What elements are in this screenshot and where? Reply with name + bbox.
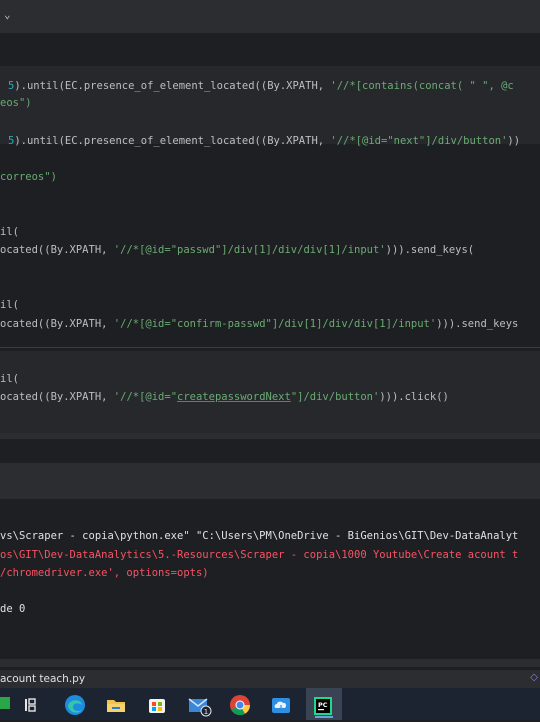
task-view-icon[interactable] (20, 692, 46, 718)
console-horizontal-scrollbar[interactable] (0, 659, 540, 667)
console-line: vs\Scraper - copia\python.exe" "C:\Users… (0, 530, 519, 542)
code-token: ))).send_keys( (385, 244, 475, 256)
code-token: ).until(EC.presence_of_element_located((… (14, 80, 331, 92)
code-line[interactable]: il( (0, 226, 19, 238)
svg-text:PC: PC (318, 701, 328, 709)
code-token: il( (0, 226, 19, 238)
run-console[interactable]: vs\Scraper - copia\python.exe" "C:\Users… (0, 499, 540, 659)
editor-horizontal-scrollbar[interactable] (0, 433, 540, 439)
status-bar: acount teach.py ◇ (0, 670, 540, 688)
code-token: createpasswordNext (177, 391, 291, 403)
code-line[interactable]: il( (0, 299, 19, 311)
code-token: '//*[@id="next"]/div/button' (330, 135, 508, 147)
chrome-icon[interactable] (227, 692, 253, 718)
code-line[interactable]: 5).until(EC.presence_of_element_located(… (8, 135, 520, 147)
code-token: '//*[@id=" (113, 391, 178, 403)
code-token: )) (507, 135, 521, 147)
file-explorer-icon[interactable] (103, 692, 129, 718)
plugin-status-icon[interactable]: ◇ (530, 672, 538, 683)
code-token: "]/div/button' (290, 391, 380, 403)
console-line: /chromedriver.exe', options=opts) (0, 567, 209, 579)
code-token: '//*[contains(concat( " ", @c (330, 80, 514, 92)
code-token: ))).send_keys (436, 318, 519, 330)
mail-badge: 1 (204, 708, 208, 716)
code-band (0, 66, 540, 144)
code-token: ).until(EC.presence_of_element_located((… (14, 135, 331, 147)
run-panel-header (0, 463, 540, 499)
code-line[interactable]: ocated((By.XPATH, '//*[@id="confirm-pass… (0, 318, 518, 330)
code-token: ))).click() (379, 391, 449, 403)
code-line[interactable]: 5).until(EC.presence_of_element_located(… (8, 80, 514, 92)
code-token: il( (0, 373, 19, 385)
editor-separator (0, 347, 540, 348)
current-file-name[interactable]: acount teach.py (0, 673, 85, 685)
start-button[interactable] (0, 697, 10, 709)
edge-icon[interactable] (62, 692, 88, 718)
code-line[interactable]: ocated((By.XPATH, '//*[@id="createpasswo… (0, 391, 449, 403)
code-token: '//*[@id="passwd"]/div[1]/div/div[1]/inp… (113, 244, 386, 256)
code-token: '//*[@id="confirm-passwd"]/div[1]/div/di… (113, 318, 437, 330)
code-token: ocated((By.XPATH, (0, 318, 114, 330)
code-token: correos") (0, 171, 57, 183)
console-line: de 0 (0, 603, 26, 615)
code-line[interactable]: il( (0, 373, 19, 385)
console-line: os\GIT\Dev-DataAnalytics\5.-Resources\Sc… (0, 549, 519, 561)
code-token: ocated((By.XPATH, (0, 244, 114, 256)
code-token: il( (0, 299, 19, 311)
code-token: eos") (0, 97, 32, 109)
microsoft-store-icon[interactable] (144, 692, 170, 718)
code-line[interactable]: correos") (0, 171, 57, 183)
pycharm-icon[interactable]: PC (310, 692, 336, 718)
chevron-down-icon[interactable]: ⌄ (4, 8, 11, 21)
cloud-app-icon[interactable] (268, 692, 294, 718)
code-token: ocated((By.XPATH, (0, 391, 114, 403)
code-line[interactable]: eos") (0, 97, 32, 109)
mail-icon[interactable]: 1 (186, 692, 212, 718)
code-editor[interactable]: 5).until(EC.presence_of_element_located(… (0, 33, 540, 433)
code-line[interactable]: ocated((By.XPATH, '//*[@id="passwd"]/div… (0, 244, 474, 256)
editor-tab-bar: ⌄ (0, 0, 540, 33)
